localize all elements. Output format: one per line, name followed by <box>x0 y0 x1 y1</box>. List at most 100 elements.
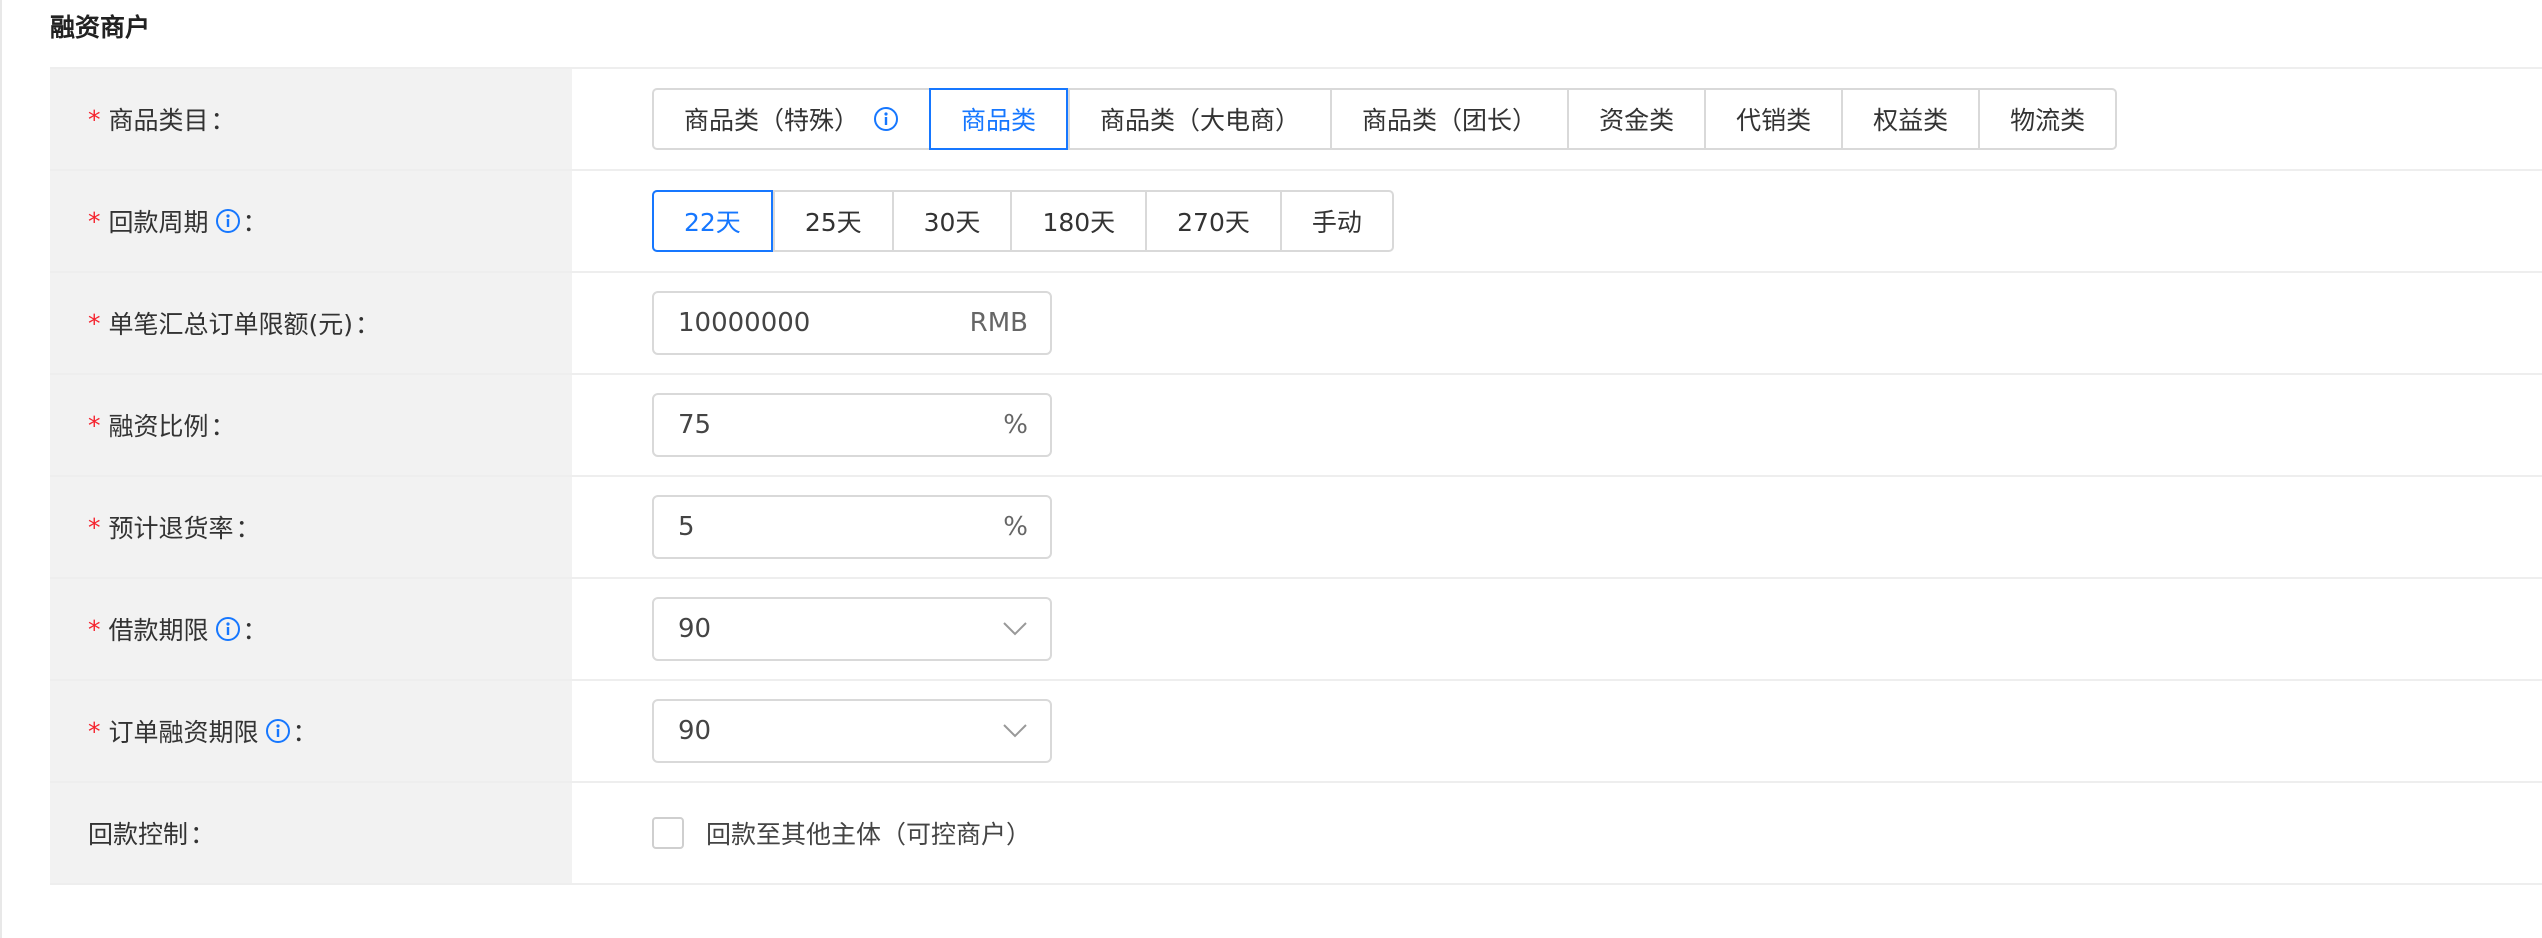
cycle-option-25[interactable]: 25天 <box>772 192 892 250</box>
left-border <box>0 0 2 938</box>
required-mark: * <box>88 206 101 236</box>
label-text: 借款期限 <box>108 616 209 645</box>
value-category: 商品类（特殊） 商品类 商品类（大电商） 商品类（团长） 资金类 代销类 权益类… <box>572 69 2542 169</box>
option-label: 资金类 <box>1599 106 1675 135</box>
label-repayment-control: 回款控制 ： <box>50 783 572 883</box>
section-title: 融资商户 <box>50 13 151 42</box>
info-icon[interactable] <box>215 208 241 234</box>
return-rate-input[interactable]: 5 % <box>652 495 1052 559</box>
value-financing-ratio: 75 % <box>572 375 2542 475</box>
value-loan-term: 90 <box>572 579 2542 679</box>
chevron-down-icon <box>1002 614 1028 644</box>
label-loan-term: * 借款期限 ： <box>50 579 572 679</box>
label-order-limit: * 单笔汇总订单限额(元) ： <box>50 273 572 373</box>
category-segmented: 商品类（特殊） 商品类 商品类（大电商） 商品类（团长） 资金类 代销类 权益类… <box>652 88 2118 150</box>
label-return-rate: * 预计退货率 ： <box>50 477 572 577</box>
label-text: 融资比例 <box>108 412 209 441</box>
required-mark: * <box>88 614 101 644</box>
label-colon: ： <box>355 310 381 339</box>
form-table: * 商品类目 ： 商品类（特殊） 商品类 商品类（大电商） 商品类（团长） 资金… <box>50 67 2542 885</box>
category-option-funds[interactable]: 资金类 <box>1567 90 1704 148</box>
info-icon[interactable] <box>265 718 291 744</box>
label-colon: ： <box>242 616 268 645</box>
input-suffix: RMB <box>969 308 1028 338</box>
loan-term-select[interactable]: 90 <box>652 597 1052 661</box>
cycle-option-180[interactable]: 180天 <box>1010 192 1145 250</box>
row-loan-term: * 借款期限 ： 90 <box>50 579 2542 681</box>
label-order-financing-term: * 订单融资期限 ： <box>50 681 572 781</box>
row-order-limit: * 单笔汇总订单限额(元) ： 10000000 RMB <box>50 273 2542 375</box>
repayment-cycle-segmented: 22天 25天 30天 180天 270天 手动 <box>652 190 1394 252</box>
category-option-goods[interactable]: 商品类 <box>929 88 1069 150</box>
row-repayment-control: 回款控制 ： 回款至其他主体（可控商户） <box>50 783 2542 885</box>
cycle-option-22[interactable]: 22天 <box>652 190 773 252</box>
label-colon: ： <box>292 718 318 747</box>
repayment-control-checkbox[interactable] <box>652 817 684 849</box>
category-option-consignment[interactable]: 代销类 <box>1704 90 1841 148</box>
cycle-option-270[interactable]: 270天 <box>1145 192 1280 250</box>
input-suffix: % <box>1003 512 1028 542</box>
option-label: 权益类 <box>1873 106 1949 135</box>
option-label: 手动 <box>1311 208 1362 237</box>
row-financing-ratio: * 融资比例 ： 75 % <box>50 375 2542 477</box>
option-label: 30天 <box>923 208 981 237</box>
label-text: 回款周期 <box>108 208 209 237</box>
option-label: 商品类（大电商） <box>1100 106 1301 135</box>
option-label: 22天 <box>684 208 741 237</box>
row-return-rate: * 预计退货率 ： 5 % <box>50 477 2542 579</box>
required-mark: * <box>88 716 101 746</box>
option-label: 物流类 <box>2010 106 2086 135</box>
category-option-rights[interactable]: 权益类 <box>1841 90 1978 148</box>
label-text: 商品类目 <box>108 106 209 135</box>
label-text: 单笔汇总订单限额(元) <box>108 310 354 339</box>
input-value: 75 <box>678 410 712 440</box>
label-financing-ratio: * 融资比例 ： <box>50 375 572 475</box>
label-colon: ： <box>190 820 216 849</box>
value-return-rate: 5 % <box>572 477 2542 577</box>
label-text: 预计退货率 <box>108 514 234 543</box>
value-order-limit: 10000000 RMB <box>572 273 2542 373</box>
option-label: 25天 <box>804 208 862 237</box>
option-label: 180天 <box>1042 208 1116 237</box>
value-order-financing-term: 90 <box>572 681 2542 781</box>
label-colon: ： <box>210 412 236 441</box>
input-value: 5 <box>678 512 695 542</box>
select-value: 90 <box>678 614 712 644</box>
financing-ratio-input[interactable]: 75 % <box>652 393 1052 457</box>
row-order-financing-term: * 订单融资期限 ： 90 <box>50 681 2542 783</box>
order-financing-term-select[interactable]: 90 <box>652 699 1052 763</box>
label-text: 订单融资期限 <box>108 718 259 747</box>
option-label: 270天 <box>1177 208 1250 237</box>
select-value: 90 <box>678 716 712 746</box>
label-repayment-cycle: * 回款周期 ： <box>50 171 572 271</box>
category-option-group-leader[interactable]: 商品类（团长） <box>1330 90 1567 148</box>
required-mark: * <box>88 308 101 338</box>
value-repayment-cycle: 22天 25天 30天 180天 270天 手动 <box>572 171 2542 271</box>
label-category: * 商品类目 ： <box>50 69 572 169</box>
label-text: 回款控制 <box>88 820 189 849</box>
input-value: 10000000 <box>678 308 811 338</box>
required-mark: * <box>88 410 101 440</box>
row-repayment-cycle: * 回款周期 ： 22天 25天 30天 180天 270天 手动 <box>50 171 2542 273</box>
label-colon: ： <box>210 106 236 135</box>
info-icon[interactable] <box>215 616 241 642</box>
order-limit-input[interactable]: 10000000 RMB <box>652 291 1052 355</box>
value-repayment-control: 回款至其他主体（可控商户） <box>572 783 2542 883</box>
category-option-logistics[interactable]: 物流类 <box>1978 90 2115 148</box>
label-colon: ： <box>235 514 261 543</box>
category-option-big-ecommerce[interactable]: 商品类（大电商） <box>1068 90 1330 148</box>
checkbox-label[interactable]: 回款至其他主体（可控商户） <box>706 815 1031 851</box>
required-mark: * <box>88 512 101 542</box>
option-label: 商品类 <box>961 106 1037 135</box>
input-suffix: % <box>1003 410 1028 440</box>
cycle-option-30[interactable]: 30天 <box>891 192 1011 250</box>
category-option-special[interactable]: 商品类（特殊） <box>654 90 929 148</box>
option-label: 商品类（特殊） <box>684 106 860 135</box>
option-label: 代销类 <box>1736 106 1812 135</box>
cycle-option-manual[interactable]: 手动 <box>1279 192 1392 250</box>
option-label: 商品类（团长） <box>1362 106 1538 135</box>
label-colon: ： <box>242 208 268 237</box>
info-icon[interactable] <box>873 106 899 132</box>
chevron-down-icon <box>1002 716 1028 746</box>
required-mark: * <box>88 104 101 134</box>
